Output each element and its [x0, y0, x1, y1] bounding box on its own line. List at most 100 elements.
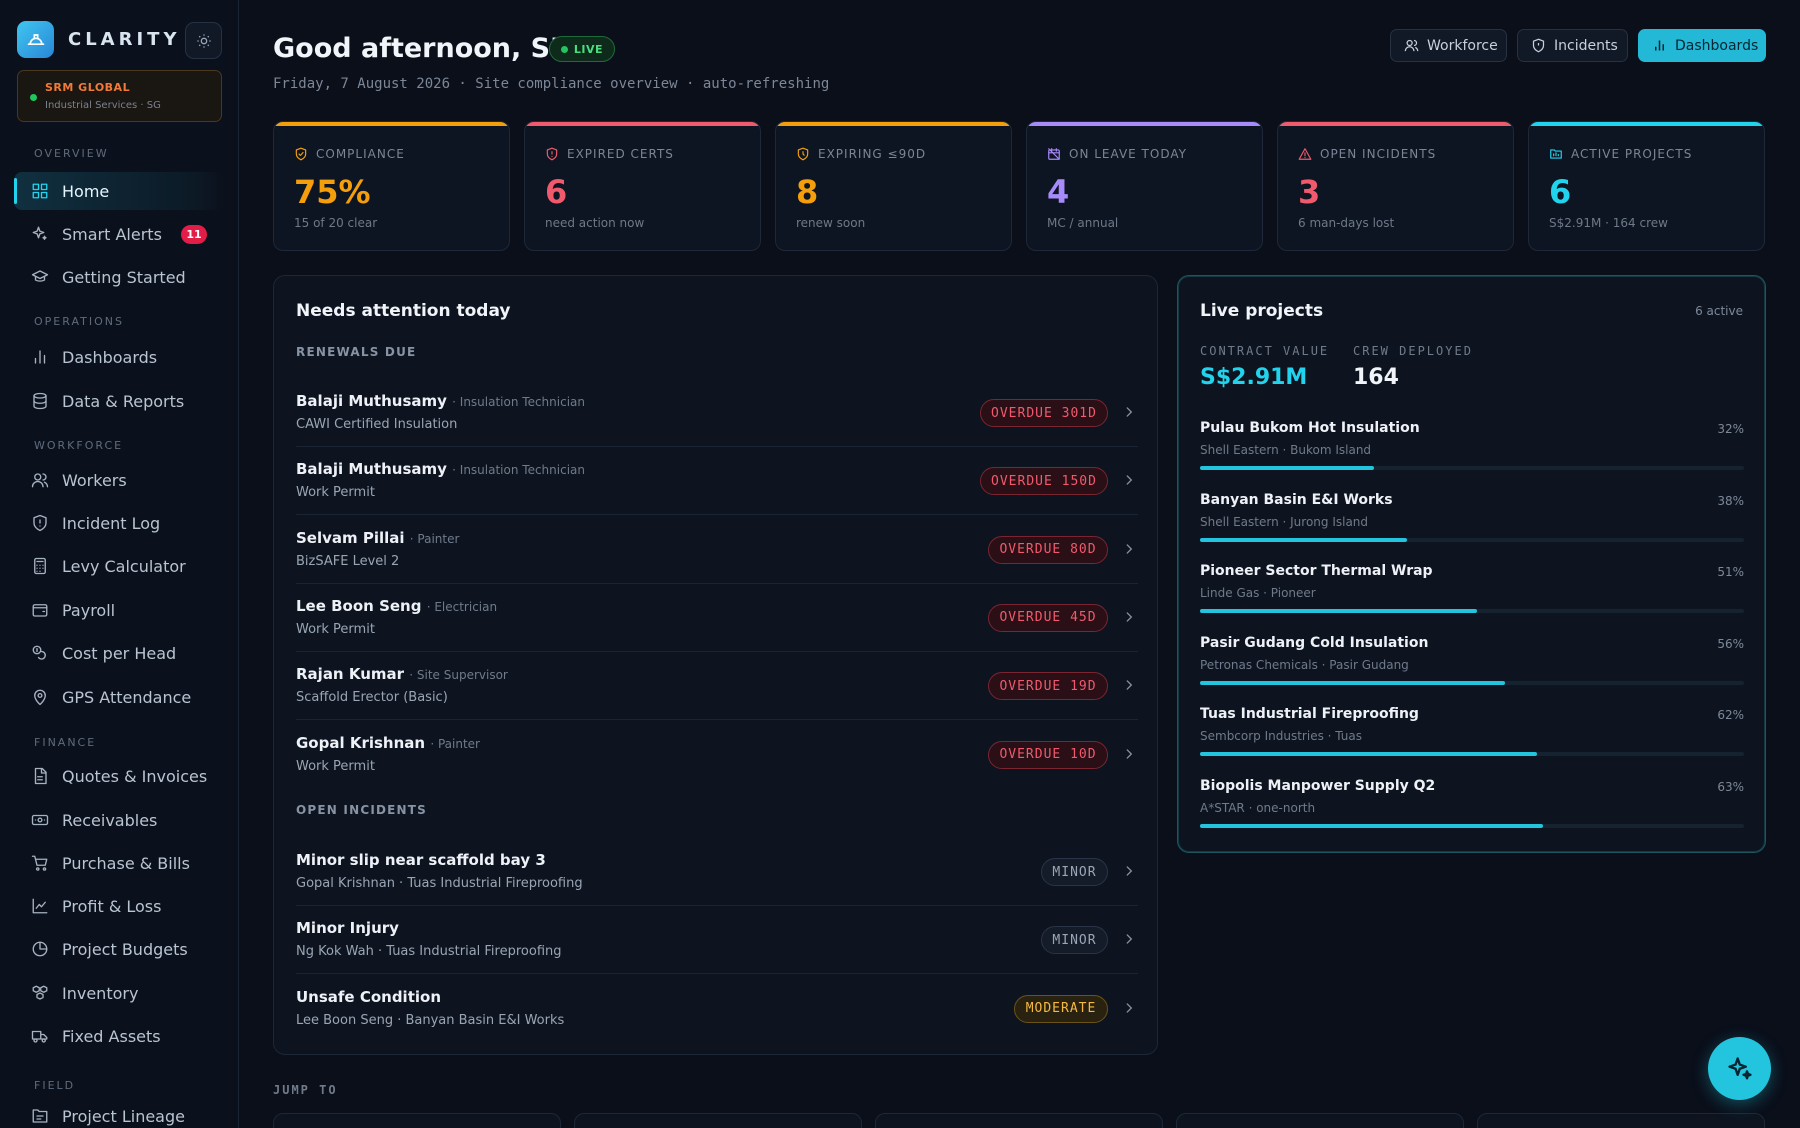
- jump-card[interactable]: [574, 1113, 862, 1128]
- stat-card-compliance[interactable]: COMPLIANCE 75% 15 of 20 clear: [273, 121, 510, 251]
- project-progress-label: 63%: [1717, 779, 1744, 794]
- renewal-row[interactable]: Lee Boon Seng · Electrician Work Permit …: [296, 584, 1138, 652]
- sidebar-item-project-lineage[interactable]: Project Lineage: [14, 1097, 224, 1128]
- worker-name: Lee Boon Seng: [296, 596, 422, 615]
- folder-tree-icon: [32, 1109, 48, 1123]
- project-progress-fill: [1200, 680, 1505, 685]
- sidebar-item-label: Data & Reports: [62, 392, 185, 411]
- sidebar-item-smart-alerts[interactable]: Smart Alerts 11: [14, 215, 224, 253]
- workforce-button[interactable]: Workforce: [1390, 29, 1507, 62]
- project-row[interactable]: Banyan Basin E&I Works Shell Eastern · J…: [1200, 492, 1744, 552]
- sidebar-item-fixed-assets[interactable]: Fixed Assets: [14, 1017, 224, 1055]
- incident-row[interactable]: Minor slip near scaffold bay 3 Gopal Kri…: [296, 838, 1138, 906]
- brand[interactable]: CLARITY: [17, 21, 180, 58]
- sidebar-item-dashboards[interactable]: Dashboards: [14, 338, 224, 376]
- sidebar-item-workers[interactable]: Workers: [14, 461, 224, 499]
- worker-role: · Electrician: [426, 599, 498, 614]
- jump-card[interactable]: [273, 1113, 561, 1128]
- overdue-badge: OVERDUE 301D: [980, 399, 1108, 427]
- jump-card[interactable]: [1477, 1113, 1765, 1128]
- stat-accent-bar: [274, 122, 509, 126]
- incident-row[interactable]: Unsafe Condition Lee Boon Seng · Banyan …: [296, 975, 1138, 1043]
- worker-name: Selvam Pillai: [296, 528, 405, 547]
- project-progress-fill: [1200, 609, 1478, 613]
- project-row[interactable]: Pioneer Sector Thermal Wrap Linde Gas · …: [1200, 563, 1744, 623]
- sidebar-item-getting-started[interactable]: Getting Started: [14, 258, 224, 296]
- sidebar-item-cost-per-head[interactable]: Cost per Head: [14, 634, 224, 672]
- file-text-icon: [34, 767, 47, 785]
- overdue-badge: OVERDUE 80D: [988, 535, 1108, 564]
- chevron-right-icon: [1126, 934, 1133, 945]
- project-progress-track: [1200, 752, 1744, 756]
- renewal-row[interactable]: Selvam Pillai · Painter BizSAFE Level 2 …: [296, 516, 1138, 584]
- renewal-row[interactable]: Balaji Muthusamy · Insulation Technician…: [296, 379, 1138, 447]
- project-row[interactable]: Pulau Bukom Hot Insulation Shell Eastern…: [1200, 420, 1744, 480]
- sidebar-item-levy-calculator[interactable]: Levy Calculator: [14, 547, 224, 585]
- sidebar-item-profit-and-loss[interactable]: Profit & Loss: [14, 887, 224, 925]
- stat-accent-bar: [1278, 122, 1513, 126]
- project-name: Banyan Basin E&I Works: [1200, 491, 1393, 508]
- dashboards-button[interactable]: Dashboards: [1638, 29, 1766, 62]
- project-progress-track: [1200, 609, 1744, 613]
- sidebar-item-label: Getting Started: [62, 268, 186, 287]
- crew-deployed-value: 164: [1353, 365, 1399, 390]
- project-row[interactable]: Pasir Gudang Cold Insulation Petronas Ch…: [1200, 635, 1744, 695]
- pie-chart-icon: [32, 941, 48, 957]
- users-icon: [1404, 39, 1419, 52]
- org-switcher[interactable]: SRM GLOBAL Industrial Services · SG: [17, 70, 222, 122]
- section-field: FIELD: [34, 1079, 76, 1092]
- project-client: A*STAR · one-north: [1200, 800, 1316, 815]
- jump-card[interactable]: [1176, 1113, 1464, 1128]
- renewal-row[interactable]: Rajan Kumar · Site Supervisor Scaffold E…: [296, 652, 1138, 721]
- theme-toggle-button[interactable]: [185, 22, 222, 59]
- workforce-button-label: Workforce: [1427, 37, 1498, 54]
- ai-assistant-button[interactable]: [1708, 1037, 1771, 1100]
- project-row[interactable]: Biopolis Manpower Supply Q2 A*STAR · one…: [1200, 778, 1744, 838]
- stat-accent-bar: [776, 122, 1011, 126]
- project-row[interactable]: Tuas Industrial Fireproofing Sembcorp In…: [1200, 706, 1744, 766]
- project-progress-fill: [1200, 752, 1538, 756]
- overdue-badge: OVERDUE 10D: [988, 740, 1108, 769]
- sidebar-item-incident-log[interactable]: Incident Log: [14, 504, 224, 542]
- project-name: Tuas Industrial Fireproofing: [1200, 706, 1419, 722]
- renewal-row[interactable]: Balaji Muthusamy · Insulation Technician…: [296, 447, 1138, 516]
- stat-value: 4: [1047, 173, 1070, 211]
- renewal-row[interactable]: Gopal Krishnan · Painter Work Permit OVE…: [296, 721, 1138, 789]
- stat-card-on-leave-today[interactable]: ON LEAVE TODAY 4 MC / annual: [1026, 121, 1263, 251]
- sidebar-item-label: Profit & Loss: [62, 897, 162, 916]
- sidebar-item-home[interactable]: Home: [14, 172, 224, 210]
- project-name: Pulau Bukom Hot Insulation: [1200, 420, 1420, 436]
- severity-badge: MODERATE: [1014, 994, 1108, 1023]
- overdue-badge: OVERDUE 45D: [988, 603, 1108, 632]
- sidebar-item-purchase-and-bills[interactable]: Purchase & Bills: [14, 844, 224, 882]
- worker-name: Rajan Kumar: [296, 665, 405, 684]
- sidebar-item-inventory[interactable]: Inventory: [14, 974, 224, 1012]
- sidebar-item-gps-attendance[interactable]: GPS Attendance: [14, 678, 224, 716]
- project-progress-label: 32%: [1717, 422, 1744, 436]
- stat-accent-bar: [1027, 122, 1262, 126]
- alert-count-badge: 11: [181, 225, 207, 244]
- sidebar-item-data-and-reports[interactable]: Data & Reports: [14, 382, 224, 420]
- sidebar-item-label: Home: [62, 182, 110, 201]
- stat-card-active-projects[interactable]: ACTIVE PROJECTS 6 S$2.91M · 164 crew: [1528, 121, 1765, 251]
- incident-row[interactable]: Minor Injury Ng Kok Wah · Tuas Industria…: [296, 906, 1138, 975]
- sidebar-item-project-budgets[interactable]: Project Budgets: [14, 930, 224, 968]
- sidebar-item-payroll[interactable]: Payroll: [14, 591, 224, 629]
- incidents-button[interactable]: Incidents: [1517, 29, 1628, 62]
- sidebar-item-quotes-and-invoices[interactable]: Quotes & Invoices: [14, 757, 224, 795]
- jump-card[interactable]: [875, 1113, 1163, 1128]
- stat-label: ACTIVE PROJECTS: [1571, 147, 1693, 161]
- stat-card-expiring-90d[interactable]: EXPIRING ≤90D 8 renew soon: [775, 121, 1012, 251]
- stat-card-expired-certs[interactable]: EXPIRED CERTS 6 need action now: [524, 121, 761, 251]
- sidebar-item-label: Purchase & Bills: [62, 854, 190, 873]
- sidebar-item-receivables[interactable]: Receivables: [14, 801, 224, 839]
- project-progress-track: [1200, 466, 1744, 470]
- stat-value: 6: [1549, 173, 1572, 211]
- chevron-right-icon: [1126, 1002, 1133, 1013]
- sidebar-item-label: Incident Log: [62, 514, 161, 533]
- boxes-icon: [32, 985, 48, 1000]
- project-name: Pasir Gudang Cold Insulation: [1200, 634, 1429, 651]
- stat-card-open-incidents[interactable]: OPEN INCIDENTS 3 6 man-days lost: [1277, 121, 1514, 251]
- brand-name: CLARITY: [68, 29, 181, 50]
- active-count: 6 active: [1695, 304, 1743, 318]
